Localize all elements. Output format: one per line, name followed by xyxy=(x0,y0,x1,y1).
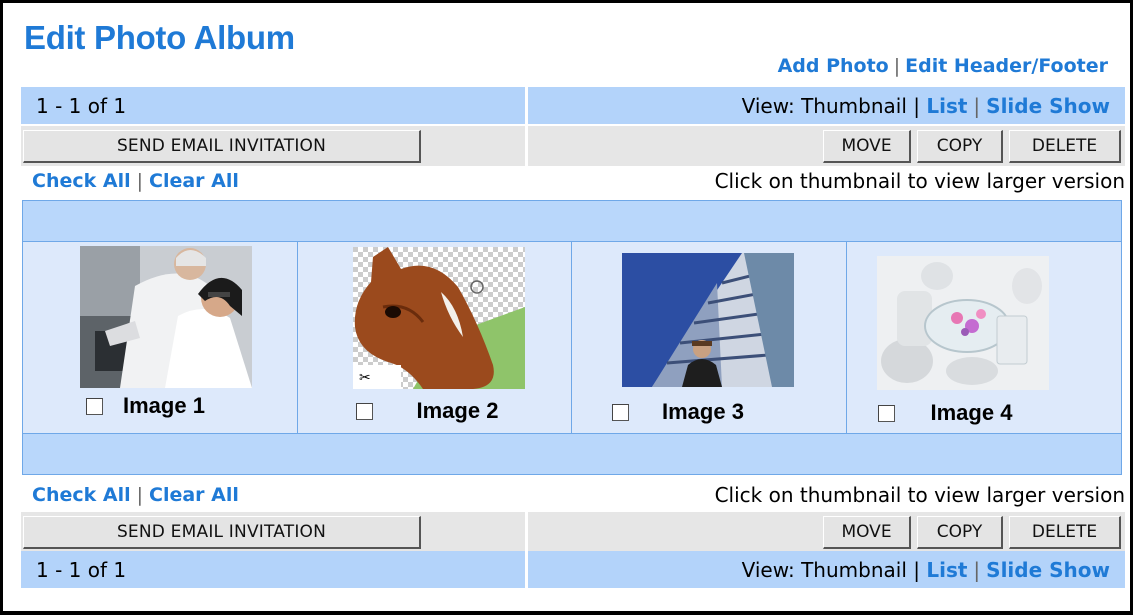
glass-tea-set-photo-icon[interactable] xyxy=(876,256,1049,390)
send-email-invitation-button[interactable]: SEND EMAIL INVITATION xyxy=(23,515,421,549)
svg-text:✂: ✂ xyxy=(359,370,371,386)
thumbnail-cell: Image 1 xyxy=(23,242,298,435)
view-list-link[interactable]: List xyxy=(926,94,967,118)
image-label: Image 3 xyxy=(662,399,744,424)
check-all-link[interactable]: Check All xyxy=(32,484,131,506)
scientists-photo-icon[interactable] xyxy=(80,246,252,388)
actions-left: SEND EMAIL INVITATION xyxy=(21,126,525,166)
selection-row-top: Check All | Clear All Click on thumbnail t… xyxy=(32,169,1125,193)
thumbnail-cell: Image 4 xyxy=(847,242,1122,435)
view-separator: | xyxy=(973,557,981,582)
view-label: View: Thumbnail | xyxy=(741,557,920,582)
image-label: Image 1 xyxy=(123,393,205,418)
view-list-link[interactable]: List xyxy=(926,558,967,582)
page-title: Edit Photo Album xyxy=(24,19,295,56)
add-photo-link[interactable]: Add Photo xyxy=(778,55,889,77)
page-range: 1 - 1 of 1 xyxy=(21,551,525,588)
view-slideshow-link[interactable]: Slide Show xyxy=(986,94,1110,118)
thumbnail-grid: Image 1 ✂ Image 2 Image 3 Image 4 xyxy=(22,200,1122,475)
page-range: 1 - 1 of 1 xyxy=(21,87,525,124)
delete-button[interactable]: DELETE xyxy=(1009,515,1121,549)
header-links: Add Photo | Edit Header/Footer xyxy=(778,55,1108,77)
image-label: Image 4 xyxy=(930,400,1013,425)
image-checkbox[interactable] xyxy=(877,404,895,422)
view-slideshow-link[interactable]: Slide Show xyxy=(986,558,1110,582)
horse-photo-icon[interactable]: ✂ xyxy=(352,247,525,389)
pager-bar-bottom: 1 - 1 of 1 View: Thumbnail | List | Slide … xyxy=(21,551,1125,588)
thumbnail-caption: Image 1 xyxy=(86,393,205,419)
edit-header-footer-link[interactable]: Edit Header/Footer xyxy=(905,55,1108,77)
edit-photo-album-page: Edit Photo Album Add Photo | Edit Header/F… xyxy=(3,3,1130,611)
copy-button[interactable]: COPY xyxy=(917,129,1003,163)
thumbnail-caption: Image 3 xyxy=(612,399,744,425)
thumbnail-cell: Image 3 xyxy=(572,242,847,435)
thumbnail-caption: Image 4 xyxy=(877,400,1013,426)
actions-left: SEND EMAIL INVITATION xyxy=(21,512,525,552)
clear-all-link[interactable]: Clear All xyxy=(149,170,239,192)
selection-row-bottom: Check All | Clear All Click on thumbnail t… xyxy=(32,483,1125,507)
image-checkbox[interactable] xyxy=(86,397,103,415)
view-label: View: Thumbnail | xyxy=(741,93,920,118)
move-button[interactable]: MOVE xyxy=(823,515,911,549)
send-email-invitation-button[interactable]: SEND EMAIL INVITATION xyxy=(23,129,421,163)
thumbnail-cell: ✂ Image 2 xyxy=(298,242,572,435)
image-checkbox[interactable] xyxy=(355,402,373,420)
link-separator: | xyxy=(893,55,901,77)
thumbnail-hint: Click on thumbnail to view larger versio… xyxy=(714,169,1125,193)
actions-bar-bottom: SEND EMAIL INVITATION MOVE COPY DELETE xyxy=(21,512,1125,552)
view-switcher: View: Thumbnail | List | Slide Show xyxy=(528,551,1125,588)
actions-right: MOVE COPY DELETE xyxy=(528,512,1125,552)
copy-button[interactable]: COPY xyxy=(917,515,1003,549)
view-separator: | xyxy=(973,93,981,118)
clear-all-link[interactable]: Clear All xyxy=(149,484,239,506)
thumbnail-caption: Image 2 xyxy=(355,398,499,424)
grid-footer-band xyxy=(23,433,1121,474)
check-all-link[interactable]: Check All xyxy=(32,170,131,192)
view-switcher: View: Thumbnail | List | Slide Show xyxy=(528,87,1125,124)
image-checkbox[interactable] xyxy=(612,403,629,421)
move-button[interactable]: MOVE xyxy=(823,129,911,163)
actions-right: MOVE COPY DELETE xyxy=(528,126,1125,166)
businessman-building-photo-icon[interactable] xyxy=(622,253,794,387)
grid-header-band xyxy=(23,201,1121,242)
actions-bar-top: SEND EMAIL INVITATION MOVE COPY DELETE xyxy=(21,126,1125,166)
image-label: Image 2 xyxy=(416,398,499,423)
pager-bar-top: 1 - 1 of 1 View: Thumbnail | List | Slide … xyxy=(21,87,1125,124)
delete-button[interactable]: DELETE xyxy=(1009,129,1121,163)
thumbnail-hint: Click on thumbnail to view larger versio… xyxy=(714,483,1125,507)
thumbnail-row: Image 1 ✂ Image 2 Image 3 Image 4 xyxy=(23,242,1121,435)
